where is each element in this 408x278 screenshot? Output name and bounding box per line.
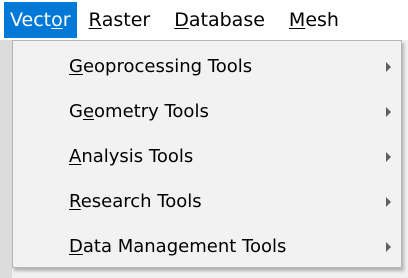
- menu-vector[interactable]: Vect o r: [4, 2, 77, 38]
- menu-vector-suffix: r: [62, 9, 71, 31]
- menu-raster-mnemonic: R: [88, 9, 102, 31]
- menu-mesh-suffix: esh: [305, 9, 339, 31]
- menu-vector-mnemonic: o: [51, 9, 63, 31]
- chevron-right-icon: [386, 61, 391, 72]
- menu-item-mnemonic: G: [69, 56, 83, 77]
- menu-database-suffix: atabase: [188, 9, 265, 31]
- vector-dropdown-menu: Geoprocessing Tools Geometry Tools Analy…: [12, 40, 402, 268]
- menu-item-text: ometry Tools: [94, 101, 209, 122]
- menu-item-label: Analysis Tools: [69, 146, 193, 167]
- chevron-right-icon: [386, 106, 391, 117]
- menu-item-prefix: G: [69, 101, 83, 122]
- menu-item-research-tools[interactable]: Research Tools: [13, 179, 401, 224]
- menu-item-mnemonic: R: [69, 191, 81, 212]
- menu-raster-suffix: aster: [101, 9, 151, 31]
- menu-item-text: esearch Tools: [80, 191, 202, 212]
- menu-item-label: Geometry Tools: [69, 101, 209, 122]
- menu-item-text: eoprocessing Tools: [82, 56, 253, 77]
- menu-item-analysis-tools[interactable]: Analysis Tools: [13, 134, 401, 179]
- menu-database[interactable]: Database: [162, 2, 277, 38]
- menu-item-mnemonic: e: [82, 101, 95, 122]
- menu-bar: Vect o r Raster Database Mesh: [0, 0, 408, 40]
- menu-item-label: Research Tools: [69, 191, 202, 212]
- chevron-right-icon: [386, 241, 391, 252]
- menu-item-geoprocessing-tools[interactable]: Geoprocessing Tools: [13, 44, 401, 89]
- menu-item-mnemonic: A: [69, 146, 82, 167]
- background-window-edge: [0, 40, 12, 278]
- menu-item-label: Data Management Tools: [69, 236, 286, 257]
- menu-mesh-mnemonic: M: [288, 9, 306, 31]
- menu-item-geometry-tools[interactable]: Geometry Tools: [13, 89, 401, 134]
- menu-mesh[interactable]: Mesh: [277, 2, 351, 38]
- chevron-right-icon: [386, 151, 391, 162]
- menu-database-mnemonic: D: [174, 9, 189, 31]
- menu-item-text: nalysis Tools: [81, 146, 194, 167]
- chevron-right-icon: [386, 196, 391, 207]
- menu-item-text: ata Management Tools: [82, 236, 287, 257]
- menu-item-label: Geoprocessing Tools: [69, 56, 252, 77]
- menu-item-mnemonic: D: [69, 236, 83, 257]
- menu-raster[interactable]: Raster: [77, 2, 163, 38]
- menu-vector-prefix: Vect: [10, 9, 52, 31]
- menu-item-data-management-tools[interactable]: Data Management Tools: [13, 224, 401, 269]
